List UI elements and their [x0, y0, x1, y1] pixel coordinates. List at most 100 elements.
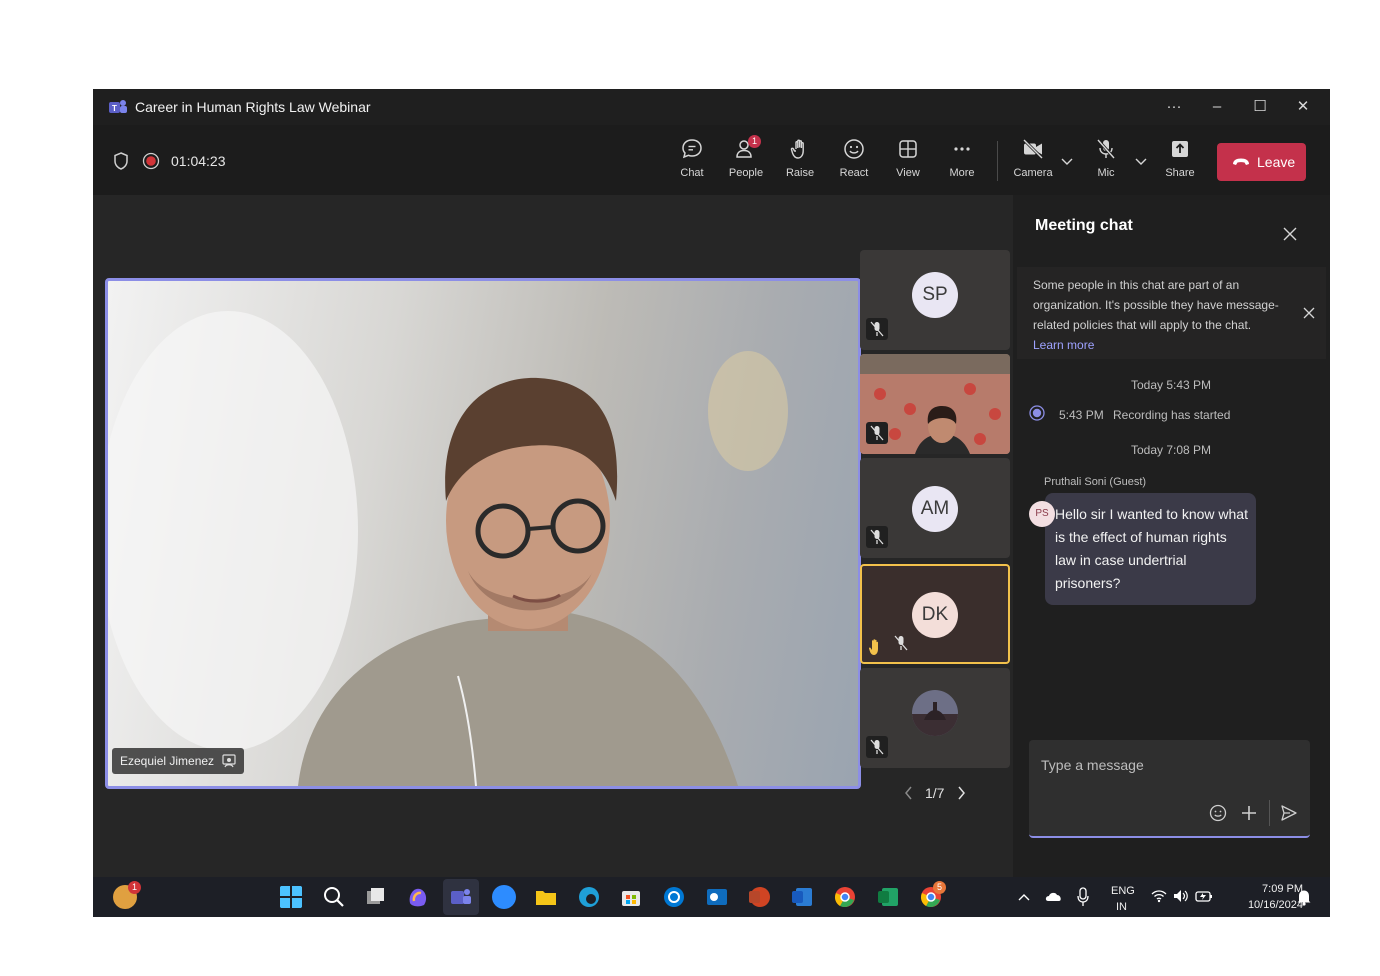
windows-taskbar: 1 5 ENG IN 7:09 PM 10/16/2024: [93, 877, 1330, 917]
edge-icon[interactable]: [577, 885, 601, 909]
speaker-name: Ezequiel Jimenez: [120, 754, 215, 768]
skype-icon[interactable]: [662, 885, 686, 909]
onedrive-icon[interactable]: [1045, 889, 1063, 903]
leave-button[interactable]: Leave: [1217, 143, 1306, 181]
share-button[interactable]: Share: [1153, 137, 1207, 189]
windows-start-icon[interactable]: [279, 885, 303, 909]
page-indicator: 1/7: [925, 785, 945, 801]
people-button-label: People: [728, 167, 764, 179]
learn-more-link[interactable]: Learn more: [1033, 338, 1094, 352]
word-icon[interactable]: [790, 885, 814, 909]
raise-hand-button[interactable]: Raise: [773, 137, 827, 189]
camera-button[interactable]: Camera: [1006, 137, 1060, 189]
previous-page-icon[interactable]: [903, 785, 915, 801]
participant-tile[interactable]: [860, 668, 1010, 768]
plus-icon[interactable]: [1240, 804, 1258, 822]
chat-button-label: Chat: [680, 167, 704, 179]
store-icon[interactable]: [619, 885, 643, 909]
more-icon: [954, 147, 970, 151]
window-more-button[interactable]: ···: [1160, 95, 1188, 119]
send-icon[interactable]: [1280, 804, 1298, 822]
language-indicator[interactable]: ENG: [1111, 885, 1135, 897]
view-button[interactable]: View: [881, 137, 935, 189]
minimize-button[interactable]: –: [1203, 95, 1231, 119]
zoom-icon[interactable]: [492, 885, 516, 909]
show-hidden-icons-icon[interactable]: [1018, 892, 1030, 902]
share-button-label: Share: [1165, 167, 1195, 179]
main-speaker-video[interactable]: Ezequiel Jimenez: [105, 278, 861, 789]
policy-notice: Some people in this chat are part of an …: [1017, 267, 1326, 359]
meeting-timer: 01:04:23: [171, 153, 226, 169]
close-chat-icon[interactable]: [1283, 227, 1297, 241]
people-button[interactable]: 1 People: [719, 135, 773, 189]
participant-tile[interactable]: [860, 354, 1010, 454]
people-badge: 1: [748, 135, 761, 148]
wifi-icon[interactable]: [1151, 889, 1167, 903]
view-button-label: View: [896, 167, 920, 179]
emoji-icon[interactable]: [1209, 804, 1227, 822]
window-title: Career in Human Rights Law Webinar: [135, 99, 371, 115]
mic-options-chevron-icon[interactable]: [1135, 157, 1147, 167]
compose-placeholder[interactable]: Type a message: [1041, 757, 1144, 773]
outlook-icon[interactable]: [705, 885, 729, 909]
excel-icon[interactable]: [876, 885, 900, 909]
sender-avatar: PS: [1029, 501, 1055, 527]
clock-time[interactable]: 7:09 PM: [1247, 883, 1303, 895]
next-page-icon[interactable]: [955, 785, 967, 801]
region-indicator: IN: [1116, 901, 1127, 913]
volume-icon[interactable]: [1173, 889, 1189, 903]
share-icon: [1172, 141, 1188, 157]
participant-tile[interactable]: AM: [860, 458, 1010, 558]
avatar-photo: [912, 690, 958, 736]
chat-message-bubble[interactable]: Hello sir I wanted to know what is the e…: [1045, 493, 1256, 605]
clock-date[interactable]: 10/16/2024: [1228, 899, 1303, 911]
react-button[interactable]: React: [827, 137, 881, 189]
dismiss-notice-icon[interactable]: [1303, 307, 1315, 319]
hand-icon: [790, 139, 804, 159]
avatar: DK: [912, 592, 958, 638]
teams-meeting-window: T Career in Human Rights Law Webinar ···…: [93, 89, 1330, 917]
mic-off-icon: [1096, 139, 1116, 159]
maximize-button[interactable]: ☐: [1246, 95, 1274, 119]
more-button-label: More: [949, 167, 975, 179]
mic-muted-icon: [866, 422, 888, 444]
policy-notice-text-wrap: Some people in this chat are part of an …: [1033, 275, 1283, 355]
widgets-badge: 1: [128, 881, 141, 894]
search-icon[interactable]: [322, 885, 346, 909]
microphone-tray-icon[interactable]: [1077, 887, 1089, 907]
message-sender: Pruthali Soni (Guest): [1044, 476, 1147, 488]
camera-options-chevron-icon[interactable]: [1061, 157, 1073, 167]
widgets-icon[interactable]: 1: [113, 881, 141, 909]
avatar: AM: [912, 486, 958, 532]
meeting-chat-panel: Meeting chat Some people in this chat ar…: [1013, 195, 1330, 917]
mic-muted-icon: [866, 736, 888, 758]
mic-button[interactable]: Mic: [1079, 137, 1133, 189]
powerpoint-icon[interactable]: [747, 885, 771, 909]
mic-muted-icon: [866, 318, 888, 340]
more-button[interactable]: More: [935, 137, 989, 189]
notification-bell-icon[interactable]: [1296, 888, 1312, 906]
teams-logo-icon: T: [109, 100, 127, 113]
close-window-button[interactable]: ✕: [1289, 95, 1317, 119]
chat-button[interactable]: Chat: [665, 137, 719, 199]
chrome-badge: 5: [933, 881, 946, 894]
chrome-icon[interactable]: [833, 885, 857, 909]
teams-taskbar-icon[interactable]: [449, 885, 473, 909]
leave-label: Leave: [1257, 154, 1296, 170]
mic-muted-icon: [866, 526, 888, 548]
speaker-name-tag: Ezequiel Jimenez: [112, 748, 245, 774]
participant-tile[interactable]: SP: [860, 250, 1010, 350]
task-view-icon[interactable]: [364, 885, 388, 909]
phone-hangup-icon: [1233, 158, 1249, 165]
recording-started-icon: [1029, 405, 1045, 421]
file-explorer-icon[interactable]: [534, 885, 558, 909]
participant-tile-hand-raised[interactable]: DK: [860, 564, 1010, 664]
copilot-icon[interactable]: [406, 885, 430, 909]
compose-box[interactable]: Type a message: [1029, 740, 1310, 838]
policy-notice-text: Some people in this chat are part of an …: [1033, 278, 1279, 332]
smiley-icon: [844, 139, 864, 159]
battery-icon[interactable]: [1195, 888, 1213, 904]
speaker-video-frame: [108, 311, 788, 786]
camera-button-label: Camera: [1013, 167, 1053, 179]
react-button-label: React: [839, 167, 869, 179]
